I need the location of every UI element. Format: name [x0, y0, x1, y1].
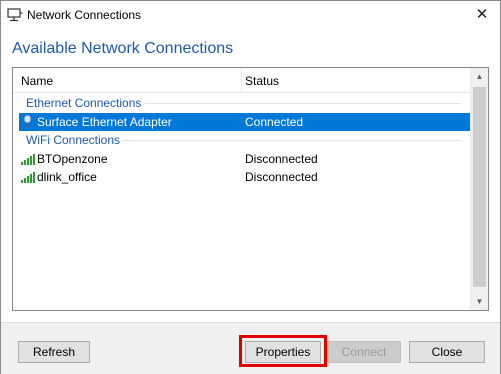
- page-title: Available Network Connections: [12, 40, 234, 57]
- close-window-icon[interactable]: ✕: [472, 5, 492, 25]
- connect-button[interactable]: Connect: [327, 341, 401, 363]
- list-item-dlink-office[interactable]: dlink_office Disconnected: [19, 168, 470, 186]
- close-button[interactable]: Close: [409, 341, 485, 363]
- title-bar[interactable]: Network Connections ✕: [1, 1, 500, 30]
- list-item-btopenzone[interactable]: BTOpenzone Disconnected: [19, 150, 470, 168]
- list-item-status: Connected: [245, 115, 304, 129]
- group-label-wifi: WiFi Connections: [26, 133, 121, 147]
- list-item-status: Disconnected: [245, 170, 318, 184]
- connections-list[interactable]: Name Status Ethernet Connections Surface…: [12, 67, 489, 311]
- group-label-ethernet: Ethernet Connections: [26, 96, 142, 110]
- scroll-down-arrow-icon[interactable]: ▼: [471, 293, 488, 310]
- column-divider[interactable]: [241, 68, 242, 92]
- vertical-scrollbar[interactable]: ▲ ▼: [470, 68, 488, 310]
- wifi-signal-icon: [21, 151, 35, 166]
- list-item-name: BTOpenzone: [37, 152, 108, 166]
- list-item-surface-ethernet[interactable]: Surface Ethernet Adapter Connected: [19, 113, 470, 131]
- column-header-name[interactable]: Name: [21, 74, 241, 88]
- column-header-status[interactable]: Status: [245, 74, 279, 88]
- network-monitor-icon: [7, 8, 23, 22]
- scroll-thumb[interactable]: [473, 87, 486, 287]
- column-header: Name Status: [13, 68, 470, 93]
- group-divider: [123, 140, 461, 141]
- list-item-name: dlink_office: [37, 170, 97, 184]
- wifi-signal-icon: [21, 169, 35, 184]
- highlight-annotation-box: [239, 335, 327, 367]
- list-item-status: Disconnected: [245, 152, 318, 166]
- window-title: Network Connections: [27, 8, 142, 22]
- list-item-name: Surface Ethernet Adapter: [37, 115, 172, 129]
- scroll-up-arrow-icon[interactable]: ▲: [471, 68, 488, 85]
- network-connections-window: Network Connections ✕ Available Network …: [0, 0, 501, 374]
- group-divider: [145, 103, 461, 104]
- ethernet-plug-icon: [21, 114, 35, 129]
- refresh-button[interactable]: Refresh: [18, 341, 90, 363]
